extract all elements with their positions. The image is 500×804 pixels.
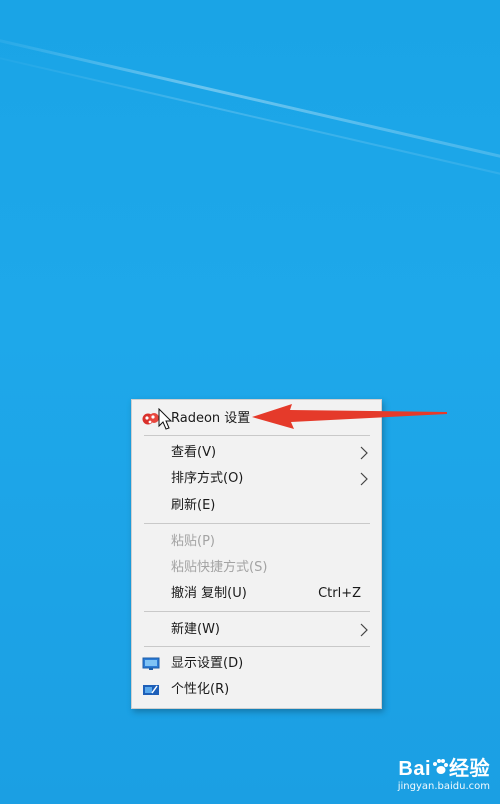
menu-item-label: 粘贴快捷方式(S) — [171, 560, 268, 575]
menu-item-sort-by[interactable]: 排序方式(O) — [132, 466, 381, 492]
watermark-site: jingyan.baidu.com — [397, 781, 490, 793]
chevron-right-icon — [359, 617, 369, 643]
menu-separator — [144, 611, 370, 612]
baidu-jingyan-watermark: Bai 经验 jingyan.baidu.com — [380, 758, 490, 798]
menu-item-label: 排序方式(O) — [171, 471, 244, 486]
display-settings-icon — [142, 656, 160, 672]
mouse-cursor-icon — [158, 407, 174, 432]
menu-item-refresh[interactable]: 刷新(E) — [132, 493, 381, 519]
menu-item-paste-shortcut: 粘贴快捷方式(S) — [132, 555, 381, 581]
menu-item-undo-copy[interactable]: 撤消 复制(U) Ctrl+Z — [132, 581, 381, 607]
menu-item-label: 新建(W) — [171, 622, 220, 637]
menu-separator — [144, 646, 370, 647]
desktop[interactable]: Radeon 设置 查看(V) 排序方式(O) 刷新(E) 粘贴(P) 粘贴快捷… — [0, 0, 500, 804]
wallpaper-light-streak — [0, 30, 500, 173]
menu-item-label: 刷新(E) — [171, 498, 216, 513]
chevron-right-icon — [359, 466, 369, 492]
menu-item-label: 查看(V) — [171, 445, 217, 460]
menu-item-display-settings[interactable]: 显示设置(D) — [132, 651, 381, 677]
watermark-brand: Bai 经验 — [380, 758, 490, 781]
menu-item-label: 显示设置(D) — [171, 656, 244, 671]
wallpaper-light-streak-faint — [0, 48, 500, 190]
red-annotation-arrow-icon — [250, 398, 450, 438]
menu-separator — [144, 523, 370, 524]
menu-item-label: 个性化(R) — [171, 682, 230, 697]
menu-item-shortcut: Ctrl+Z — [318, 586, 361, 601]
menu-item-view[interactable]: 查看(V) — [132, 440, 381, 466]
menu-item-personalize[interactable]: 个性化(R) — [132, 677, 381, 703]
watermark-brand-right: 经验 — [449, 758, 490, 780]
menu-item-label: Radeon 设置 — [171, 411, 251, 426]
desktop-context-menu: Radeon 设置 查看(V) 排序方式(O) 刷新(E) 粘贴(P) 粘贴快捷… — [131, 399, 382, 709]
personalize-icon — [142, 682, 160, 698]
menu-item-new[interactable]: 新建(W) — [132, 617, 381, 643]
baidu-paw-icon — [431, 758, 449, 781]
chevron-right-icon — [359, 440, 369, 466]
menu-item-paste: 粘贴(P) — [132, 529, 381, 555]
menu-item-label: 粘贴(P) — [171, 534, 215, 549]
watermark-brand-left: Bai — [398, 758, 431, 780]
menu-item-label: 撤消 复制(U) — [171, 586, 247, 601]
